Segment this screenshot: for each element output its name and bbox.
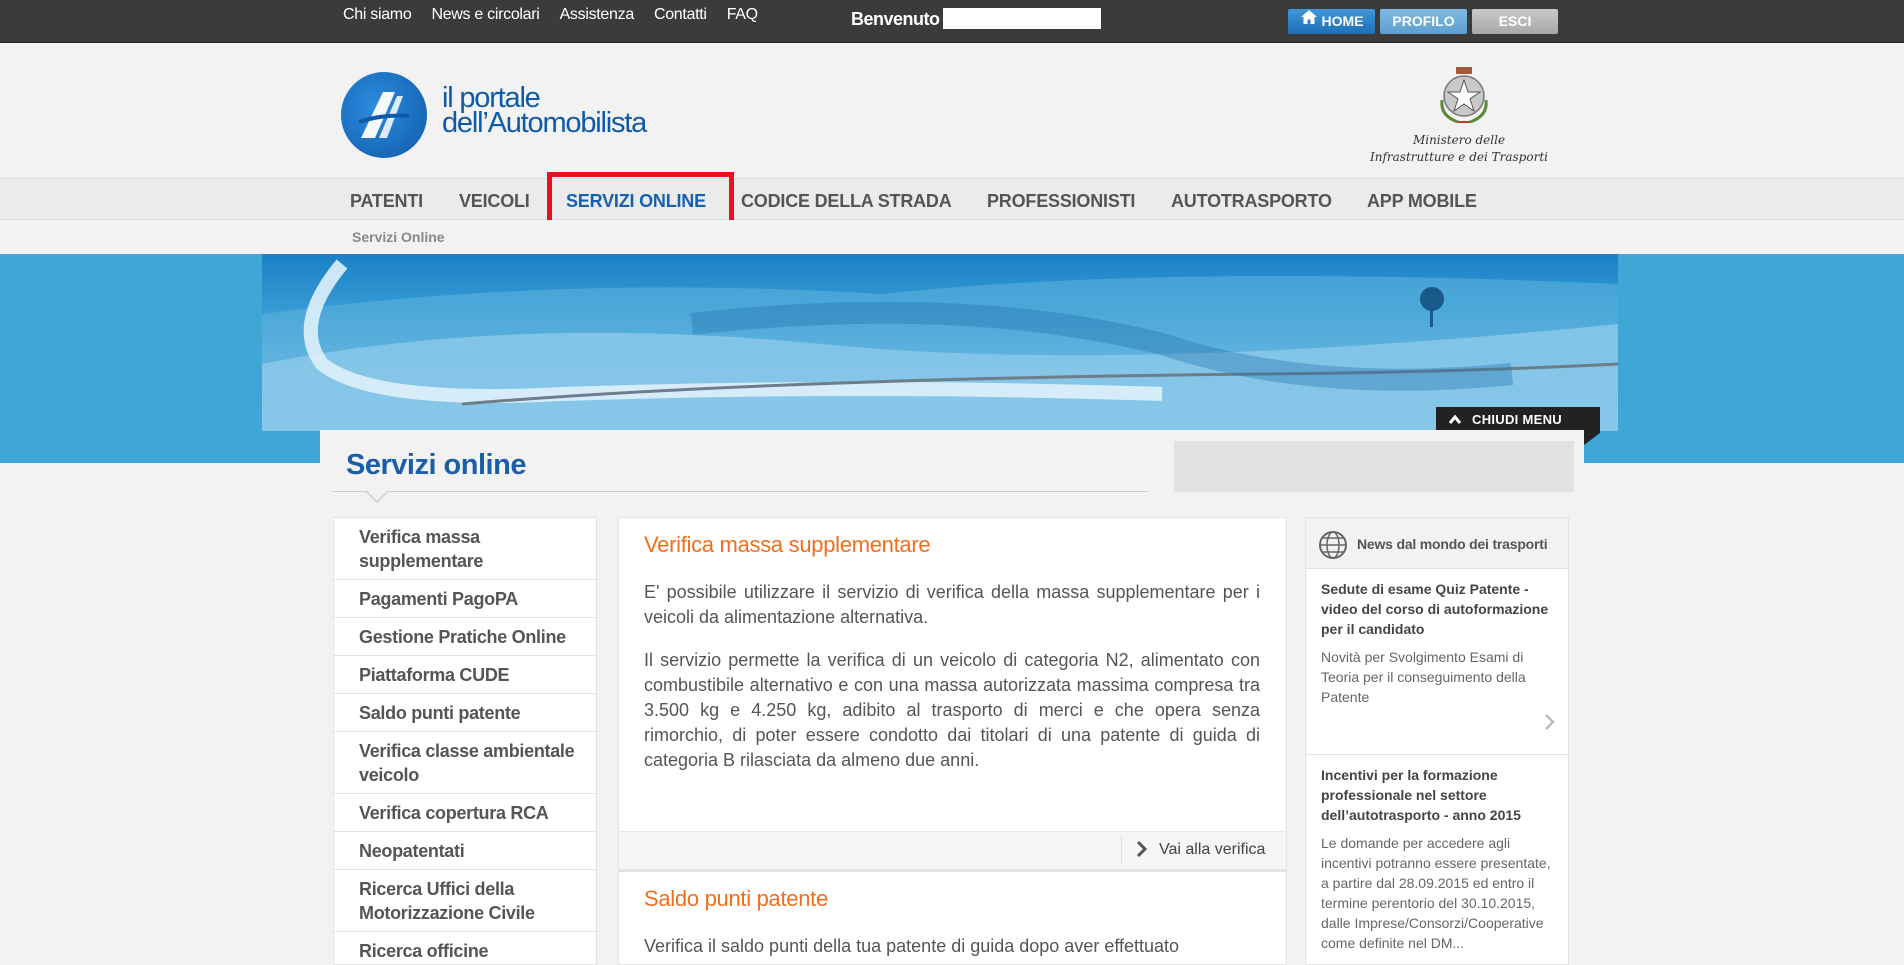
top-link-assistenza[interactable]: Assistenza xyxy=(560,6,635,24)
home-icon xyxy=(1300,8,1318,33)
active-nav-highlight xyxy=(547,172,734,225)
card-title[interactable]: Verifica massa supplementare xyxy=(644,532,931,558)
top-link-chi-siamo[interactable]: Chi siamo xyxy=(343,6,412,24)
news-item[interactable]: Incentivi per la formazione professional… xyxy=(1306,755,1568,953)
footer-divider xyxy=(1121,836,1122,864)
header xyxy=(0,44,1904,178)
chevron-right-icon xyxy=(1135,838,1149,866)
vai-alla-verifica-link[interactable]: Vai alla verifica xyxy=(1159,841,1265,859)
nav-codice-della-strada[interactable]: CODICE DELLA STRADA xyxy=(741,191,952,212)
nav-patenti[interactable]: PATENTI xyxy=(350,191,423,212)
card-description: E' possibile utilizzare il servizio di v… xyxy=(644,582,1260,627)
sidebar-item-verifica-massa[interactable]: Verifica massa supplementare xyxy=(334,518,596,580)
card-description: Verifica il saldo punti della tua patent… xyxy=(644,936,1180,956)
news-panel: News dal mondo dei trasporti Sedute di e… xyxy=(1305,517,1569,965)
home-button[interactable]: HOME xyxy=(1288,9,1375,34)
profilo-button[interactable]: PROFILO xyxy=(1380,9,1467,34)
ministry-line-2: Infrastrutture e dei Trasporti xyxy=(1370,150,1548,164)
empty-panel xyxy=(1174,441,1574,492)
news-item-title[interactable]: Incentivi per la formazione professional… xyxy=(1321,755,1553,825)
news-header: News dal mondo dei trasporti xyxy=(1306,518,1568,569)
ministry-line-1: Ministero delle xyxy=(1412,133,1506,147)
portal-logo-icon[interactable] xyxy=(341,72,427,158)
title-divider xyxy=(333,491,1148,492)
home-label: HOME xyxy=(1321,13,1364,29)
page-title: Servizi online xyxy=(346,449,526,481)
sidebar-item-pagamenti-pagopa[interactable]: Pagamenti PagoPA xyxy=(334,580,596,618)
logo-line-2: dell’Automobilista xyxy=(442,107,647,139)
news-item[interactable]: Sedute di esame Quiz Patente - video del… xyxy=(1306,569,1568,755)
globe-icon xyxy=(1318,530,1348,565)
top-link-faq[interactable]: FAQ xyxy=(727,6,758,24)
services-sidebar: Verifica massa supplementare Pagamenti P… xyxy=(333,517,597,965)
sidebar-item-piattaforma-cude[interactable]: Piattaforma CUDE xyxy=(334,656,596,694)
news-header-label: News dal mondo dei trasporti xyxy=(1357,536,1548,552)
nav-app-mobile[interactable]: APP MOBILE xyxy=(1367,191,1477,212)
breadcrumb-bar xyxy=(0,220,1904,255)
news-item-title[interactable]: Sedute di esame Quiz Patente - video del… xyxy=(1321,569,1553,639)
sidebar-item-uffici-motorizzazione[interactable]: Ricerca Uffici della Motorizzazione Civi… xyxy=(334,870,596,932)
card-details: Il servizio permette la verifica di un v… xyxy=(644,650,1260,770)
sidebar-item-officine-autorizzate[interactable]: Ricerca officine autorizzate xyxy=(334,932,596,965)
main-nav: PATENTI VEICOLI SERVIZI ONLINE CODICE DE… xyxy=(0,178,1904,220)
nav-professionisti[interactable]: PROFESSIONISTI xyxy=(987,191,1135,212)
esci-button[interactable]: ESCI xyxy=(1472,9,1558,34)
service-card-verifica-massa: Verifica massa supplementare E' possibil… xyxy=(618,517,1287,870)
card-footer: Vai alla verifica xyxy=(619,831,1286,869)
chevron-right-icon[interactable] xyxy=(1544,712,1556,738)
top-links: Chi siamo News e circolari Assistenza Co… xyxy=(343,6,778,24)
welcome-label: Benvenuto xyxy=(851,9,940,29)
sidebar-item-gestione-pratiche[interactable]: Gestione Pratiche Online xyxy=(334,618,596,656)
card-title[interactable]: Saldo punti patente xyxy=(644,886,828,912)
sidebar-item-classe-ambientale[interactable]: Verifica classe ambientale veicolo xyxy=(334,732,596,794)
top-link-contatti[interactable]: Contatti xyxy=(654,6,707,24)
hero-landscape-image xyxy=(262,254,1618,431)
chiudi-menu-tab xyxy=(1584,433,1600,445)
nav-autotrasporto[interactable]: AUTOTRASPORTO xyxy=(1171,191,1332,212)
sidebar-item-neopatentati[interactable]: Neopatentati xyxy=(334,832,596,870)
breadcrumb[interactable]: Servizi Online xyxy=(352,229,445,245)
italian-emblem-icon xyxy=(1440,67,1488,124)
top-bar: Chi siamo News e circolari Assistenza Co… xyxy=(0,0,1904,43)
portal-logo-text[interactable]: il portale dell’Automobilista xyxy=(442,84,647,139)
nav-veicoli[interactable]: VEICOLI xyxy=(459,191,530,212)
title-notch-inner xyxy=(367,491,387,501)
chiudi-menu-label: CHIUDI MENU xyxy=(1472,412,1562,427)
news-item-body: Novità per Svolgimento Esami di Teoria p… xyxy=(1321,649,1526,705)
news-item-body: Le domande per accedere agli incentivi p… xyxy=(1321,835,1551,951)
sidebar-item-copertura-rca[interactable]: Verifica copertura RCA xyxy=(334,794,596,832)
ministry-logo: Ministero delle Infrastrutture e dei Tra… xyxy=(1356,64,1562,170)
top-link-news-circolari[interactable]: News e circolari xyxy=(431,6,539,24)
sidebar-item-saldo-punti[interactable]: Saldo punti patente xyxy=(334,694,596,732)
username-field xyxy=(943,8,1101,29)
service-card-saldo-punti: Saldo punti patente Verifica il saldo pu… xyxy=(618,870,1287,965)
